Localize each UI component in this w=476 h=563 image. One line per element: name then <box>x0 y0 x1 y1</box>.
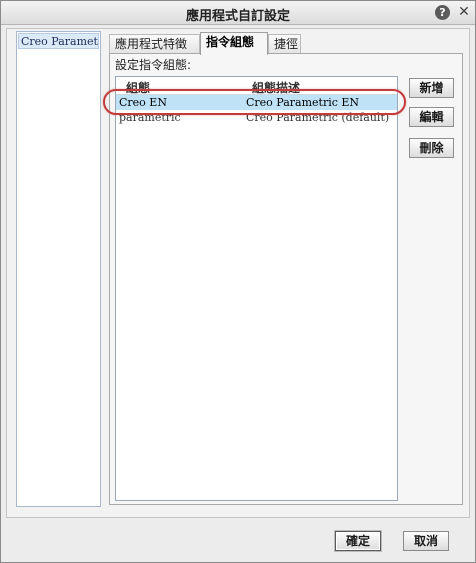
column-header-description[interactable]: 組態描述 <box>252 79 300 96</box>
app-customization-dialog: 應用程式自訂設定 ? ✕ Creo Parametric 應用程式特徵 指令組態… <box>0 0 476 563</box>
row-config-description: Creo Parametric EN <box>246 96 360 109</box>
application-list: Creo Parametric <box>16 31 101 507</box>
column-header-config[interactable]: 組態 <box>126 79 150 96</box>
table-row[interactable]: Creo EN Creo Parametric EN <box>116 95 397 110</box>
help-icon[interactable]: ? <box>435 5 450 20</box>
tab-command-configuration[interactable]: 指令組態 <box>200 32 268 55</box>
cancel-button[interactable]: 取消 <box>403 531 449 551</box>
dialog-title: 應用程式自訂設定 <box>185 9 290 24</box>
table-header: 組態 組態描述 <box>116 77 397 95</box>
section-label: 設定指令組態: <box>115 58 192 72</box>
config-table: 組態 組態描述 Creo EN Creo Parametric EN param… <box>115 76 398 501</box>
new-button[interactable]: 新增 <box>409 78 454 98</box>
list-item-creo-parametric[interactable]: Creo Parametric <box>18 33 99 49</box>
row-config-name: parametric <box>119 111 181 124</box>
title-bar[interactable]: 應用程式自訂設定 ? ✕ <box>1 1 475 25</box>
tab-shortcuts[interactable]: 捷徑 <box>268 34 301 54</box>
tab-application-features[interactable]: 應用程式特徵 <box>109 34 200 54</box>
close-icon[interactable]: ✕ <box>456 4 472 20</box>
edit-button[interactable]: 編輯 <box>409 107 454 127</box>
table-row[interactable]: parametric Creo Parametric (default) <box>116 110 397 125</box>
row-config-name: Creo EN <box>119 96 167 109</box>
row-config-description: Creo Parametric (default) <box>246 111 390 124</box>
ok-button[interactable]: 確定 <box>335 531 381 551</box>
delete-button[interactable]: 刪除 <box>409 138 454 158</box>
